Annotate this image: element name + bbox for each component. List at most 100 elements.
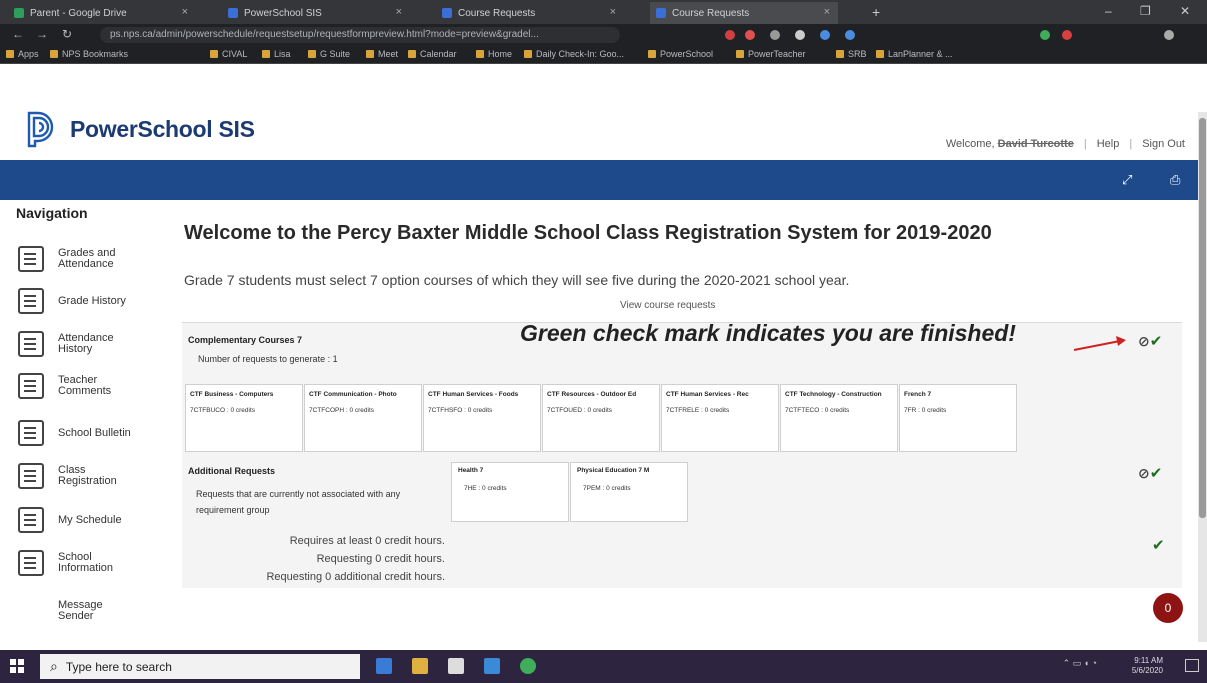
course-card[interactable]: CTF Human Services - Foods 7CTFHSFO : 0 c… [423, 384, 541, 452]
powerschool-icon [228, 8, 238, 18]
close-icon[interactable]: × [824, 6, 830, 18]
search-icon: ⌕ [50, 658, 58, 674]
check-mark-icon: ✔ [1149, 333, 1163, 350]
bookmark[interactable]: Home [476, 49, 512, 59]
bookmarks-bar: Apps NPS Bookmarks CIVAL Lisa G Suite Me… [0, 46, 1207, 64]
tab-powerschool[interactable]: PowerSchool SIS × [222, 2, 410, 24]
restore-icon[interactable]: ❐ [1140, 4, 1151, 18]
course-card[interactable]: Health 7 7HE : 0 credits [451, 462, 569, 522]
comments-icon [18, 373, 44, 399]
print-icon[interactable]: ⎙ [1170, 172, 1180, 188]
edge-icon[interactable] [376, 658, 392, 674]
url-input[interactable]: ps.nps.ca/admin/powerschedule/requestset… [100, 27, 620, 43]
taskbar-search-input[interactable]: ⌕ Type here to search [40, 654, 360, 679]
extension-icon[interactable] [725, 30, 735, 40]
nav-item-my-schedule[interactable]: My Schedule [18, 507, 168, 533]
course-card[interactable]: CTF Resources - Outdoor Ed 7CTFOUED : 0 c… [542, 384, 660, 452]
complementary-status: ⊘✔ [1138, 332, 1162, 350]
reload-icon[interactable]: ↻ [62, 27, 72, 41]
user-name: David Turcotte [997, 138, 1074, 150]
teams-icon[interactable] [484, 658, 500, 674]
bookmark[interactable]: NPS Bookmarks [50, 49, 128, 59]
credit-additional: Requesting 0 additional credit hours. [266, 571, 445, 583]
sign-out-link[interactable]: Sign Out [1142, 138, 1185, 150]
complementary-group-subtitle: Number of requests to generate : 1 [198, 354, 338, 364]
bookmark[interactable]: Apps [6, 49, 39, 59]
powerschool-icon [656, 8, 666, 18]
nav-item-class-registration[interactable]: Class Registration [18, 463, 168, 489]
bulletin-icon [18, 420, 44, 446]
notification-badge[interactable]: 0 [1153, 593, 1183, 623]
no-entry-icon[interactable]: ⊘ [1138, 333, 1150, 349]
windows-taskbar: ⌕ Type here to search ⌃ ▭ ◖ ◔ 9:11 AM 5/… [0, 650, 1207, 683]
file-explorer-icon[interactable] [412, 658, 428, 674]
bookmark[interactable]: Calendar [408, 49, 457, 59]
nav-item-school-information[interactable]: School Information [18, 550, 168, 576]
bookmark[interactable]: LanPlanner & ... [876, 49, 953, 59]
browser-tab-bar: Parent - Google Drive × PowerSchool SIS × … [0, 0, 1207, 24]
bookmark[interactable]: CIVAL [210, 49, 247, 59]
additional-status: ⊘✔ [1138, 464, 1162, 482]
extension-icon[interactable] [1062, 30, 1072, 40]
extension-icon[interactable] [1040, 30, 1050, 40]
taskbar-clock[interactable]: 9:11 AM 5/6/2020 [1132, 656, 1163, 676]
nav-item-teacher-comments[interactable]: Teacher Comments [18, 373, 168, 399]
nav-item-grades-attendance[interactable]: Grades and Attendance [18, 246, 168, 272]
profile-avatar[interactable] [1164, 30, 1174, 40]
nav-item-school-bulletin[interactable]: School Bulletin [18, 420, 168, 446]
bookmark[interactable]: SRB [836, 49, 867, 59]
scrollbar-thumb[interactable] [1199, 118, 1206, 518]
nav-item-grade-history[interactable]: Grade History [18, 288, 168, 314]
extension-icon[interactable] [820, 30, 830, 40]
bookmark[interactable]: G Suite [308, 49, 350, 59]
address-bar-row: ← → ↻ ps.nps.ca/admin/powerschedule/requ… [0, 24, 1207, 46]
course-card[interactable]: CTF Business - Computers 7CTFBUCO : 0 cre… [185, 384, 303, 452]
no-entry-icon[interactable]: ⊘ [1138, 465, 1150, 481]
store-icon[interactable] [448, 658, 464, 674]
extension-icon[interactable] [745, 30, 755, 40]
course-card[interactable]: CTF Human Services - Rec 7CTFRELE : 0 cre… [661, 384, 779, 452]
bookmark[interactable]: Lisa [262, 49, 291, 59]
extension-icon[interactable] [770, 30, 780, 40]
registration-icon [18, 463, 44, 489]
powerschool-icon [442, 8, 452, 18]
check-mark-icon: ✔ [1149, 465, 1163, 482]
view-course-requests-link[interactable]: View course requests [620, 300, 715, 311]
course-card[interactable]: CTF Technology - Construction 7CTFTECO : … [780, 384, 898, 452]
action-center-icon[interactable] [1185, 659, 1199, 672]
extension-icon[interactable] [845, 30, 855, 40]
nav-item-attendance-history[interactable]: Attendance History [18, 331, 168, 357]
close-icon[interactable]: × [182, 6, 188, 18]
help-link[interactable]: Help [1097, 138, 1120, 150]
bookmark[interactable]: PowerTeacher [736, 49, 806, 59]
new-tab-button[interactable]: + [872, 4, 880, 20]
extension-icon[interactable] [795, 30, 805, 40]
back-icon[interactable]: ← [12, 27, 24, 41]
close-icon[interactable]: × [610, 6, 616, 18]
check-mark-icon: ✔ [1152, 537, 1165, 554]
powerschool-logo-icon [27, 111, 54, 148]
course-card[interactable]: French 7 7FR : 0 credits [899, 384, 1017, 452]
close-icon[interactable]: × [396, 6, 402, 18]
annotation-callout: Green check mark indicates you are finis… [520, 320, 1016, 346]
bookmark[interactable]: Daily Check-In: Goo... [524, 49, 624, 59]
windows-start-icon[interactable] [10, 659, 24, 673]
forward-icon[interactable]: → [36, 27, 48, 41]
course-card[interactable]: Physical Education 7 M 7PEM : 0 credits [570, 462, 688, 522]
nav-collapse-toggle[interactable] [168, 186, 178, 200]
tab-google-drive[interactable]: Parent - Google Drive × [8, 2, 196, 24]
powerschool-logo[interactable]: PowerSchool SIS [26, 110, 255, 148]
bookmark[interactable]: Meet [366, 49, 398, 59]
tab-course-requests-active[interactable]: Course Requests × [650, 2, 838, 24]
bookmark[interactable]: PowerSchool [648, 49, 713, 59]
school-info-icon [18, 550, 44, 576]
course-card[interactable]: CTF Communication - Photo 7CTFCOPH : 0 cr… [304, 384, 422, 452]
system-tray-icons[interactable]: ⌃ ▭ ◖ ◔ [1063, 658, 1097, 669]
chrome-icon[interactable] [520, 658, 536, 674]
minimize-icon[interactable]: – [1105, 4, 1112, 18]
tab-course-requests[interactable]: Course Requests × [436, 2, 624, 24]
nav-item-message-sender[interactable]: Message Sender [18, 600, 168, 622]
close-window-icon[interactable]: ✕ [1180, 4, 1190, 18]
additional-group-title: Additional Requests [188, 466, 276, 476]
expand-icon[interactable]: ⤢ [1122, 172, 1132, 188]
